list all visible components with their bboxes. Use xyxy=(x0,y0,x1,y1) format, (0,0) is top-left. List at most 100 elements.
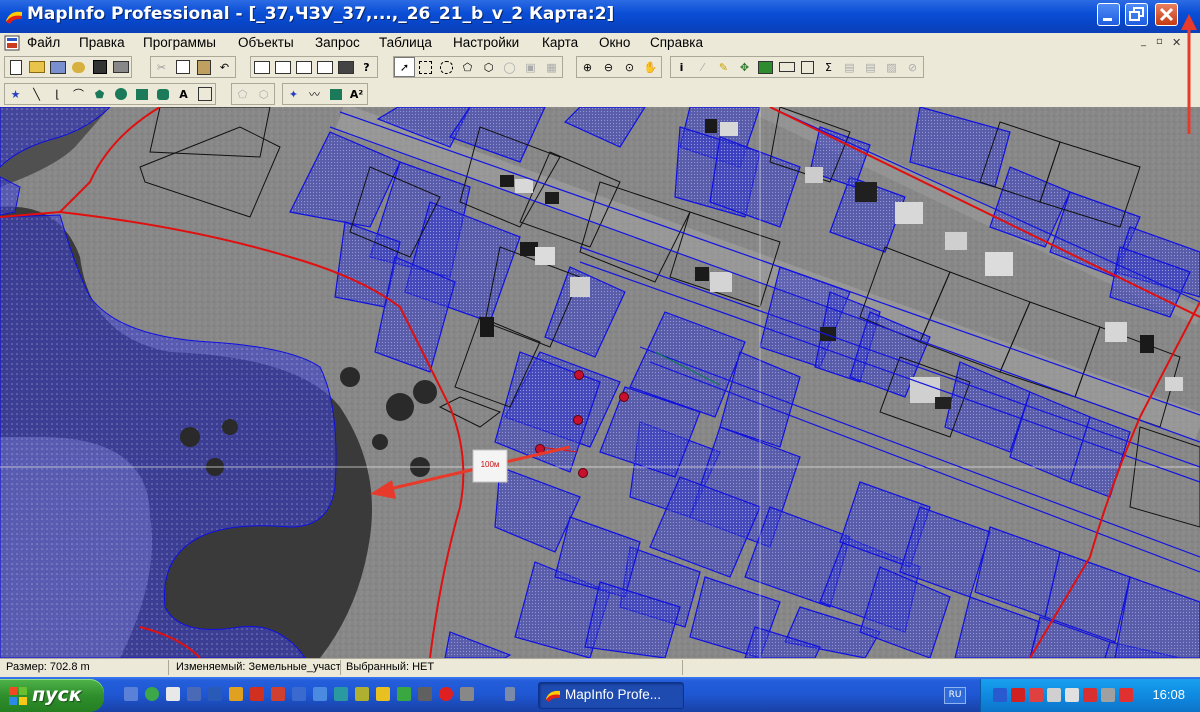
show-desktop-icon[interactable] xyxy=(124,687,138,701)
status-editable-layer[interactable]: Изменяемый: Земельные_участ xyxy=(176,661,341,673)
set-clip-region-icon[interactable]: ▤ xyxy=(860,57,881,77)
text-style-icon[interactable]: A² xyxy=(346,84,367,104)
set-target-icon[interactable]: ▨ xyxy=(881,57,902,77)
copy-icon[interactable] xyxy=(172,57,193,77)
menu-map[interactable]: Карта xyxy=(542,35,578,50)
reshape-icon[interactable]: ⬠ xyxy=(232,84,253,104)
grabber-hand-icon[interactable]: ✋ xyxy=(640,57,661,77)
chrome-icon[interactable] xyxy=(145,687,159,701)
menu-window[interactable]: Окно xyxy=(599,35,630,50)
line-tool-icon[interactable]: ╲ xyxy=(26,84,47,104)
polyline-tool-icon[interactable]: ⌊ xyxy=(47,84,68,104)
quicklaunch-icon-7[interactable] xyxy=(271,687,285,701)
symbol-tool-icon[interactable]: ★ xyxy=(5,84,26,104)
quicklaunch-icon-10[interactable] xyxy=(334,687,348,701)
map-svg[interactable]: 100м xyxy=(0,107,1200,658)
text-tool-icon[interactable]: A xyxy=(173,84,194,104)
menu-edit[interactable]: Правка xyxy=(79,35,125,50)
hotlink-icon[interactable]: ⁄ xyxy=(692,57,713,77)
layer-control-icon[interactable] xyxy=(755,57,776,77)
quicklaunch-icon-11[interactable] xyxy=(355,687,369,701)
start-button[interactable]: пуск xyxy=(0,679,104,712)
flag-icon[interactable] xyxy=(1083,688,1097,702)
zoom-in-icon[interactable]: ⊕ xyxy=(577,57,598,77)
frame-tool-icon[interactable] xyxy=(194,84,215,104)
open-icon[interactable] xyxy=(26,57,47,77)
close-button[interactable] xyxy=(1155,3,1178,26)
mapinfo-quicklaunch-icon[interactable] xyxy=(229,687,243,701)
marquee-select-icon[interactable] xyxy=(415,57,436,77)
quicklaunch-icon-12[interactable] xyxy=(376,687,390,701)
quicklaunch-icon-14[interactable] xyxy=(418,687,432,701)
boundary-select-icon[interactable]: ⬡ xyxy=(478,57,499,77)
new-graph-icon[interactable] xyxy=(293,57,314,77)
yandex-icon[interactable] xyxy=(439,687,453,701)
quicklaunch-icon-3[interactable] xyxy=(187,687,201,701)
invert-select-icon[interactable]: ▦ xyxy=(541,57,562,77)
menu-settings[interactable]: Настройки xyxy=(453,35,519,50)
unselect-icon[interactable]: ◯ xyxy=(499,57,520,77)
cut-icon[interactable]: ✂ xyxy=(151,57,172,77)
drag-window-icon[interactable]: ✥ xyxy=(734,57,755,77)
minimize-button[interactable] xyxy=(1097,3,1120,26)
line-style-icon[interactable]: 〰 xyxy=(304,84,325,104)
new-mapper-icon[interactable] xyxy=(272,57,293,77)
info-icon[interactable]: i xyxy=(671,57,692,77)
help-icon[interactable]: ? xyxy=(356,57,377,77)
volume-icon[interactable] xyxy=(1047,688,1061,702)
rectangle-tool-icon[interactable] xyxy=(131,84,152,104)
quicklaunch-icon-13[interactable] xyxy=(397,687,411,701)
symbol-style-icon[interactable]: ✦ xyxy=(283,84,304,104)
select-arrow-icon[interactable]: ➚ xyxy=(394,57,415,77)
menu-table[interactable]: Таблица xyxy=(379,35,432,50)
menu-file[interactable]: Файл xyxy=(27,35,60,50)
menu-objects[interactable]: Объекты xyxy=(238,35,294,50)
network-icon[interactable] xyxy=(1101,688,1115,702)
rounded-rectangle-tool-icon[interactable] xyxy=(152,84,173,104)
label-tool-icon[interactable]: ✎ xyxy=(713,57,734,77)
statistics-icon[interactable]: Σ xyxy=(818,57,839,77)
zoom-out-icon[interactable]: ⊖ xyxy=(598,57,619,77)
save-icon[interactable] xyxy=(89,57,110,77)
ellipse-tool-icon[interactable] xyxy=(110,84,131,104)
quicklaunch-icon-4[interactable] xyxy=(208,687,222,701)
ruler-icon[interactable] xyxy=(776,57,797,77)
tray-icon-1[interactable] xyxy=(993,688,1007,702)
tray-icon-8[interactable] xyxy=(1119,688,1133,702)
open-dbms-icon[interactable] xyxy=(68,57,89,77)
open-workspace-icon[interactable] xyxy=(47,57,68,77)
new-icon[interactable] xyxy=(5,57,26,77)
print-icon[interactable] xyxy=(110,57,131,77)
tray-icon-2[interactable] xyxy=(1011,688,1025,702)
arc-tool-icon[interactable]: ⌒ xyxy=(68,84,89,104)
quicklaunch-icon-8[interactable] xyxy=(292,687,306,701)
quicklaunch-icon-16[interactable] xyxy=(460,687,474,701)
region-style-icon[interactable] xyxy=(325,84,346,104)
quicklaunch-icon-9[interactable] xyxy=(313,687,327,701)
undo-icon[interactable]: ↶ xyxy=(214,57,235,77)
new-layout-icon[interactable] xyxy=(314,57,335,77)
clock[interactable]: 16:08 xyxy=(1152,687,1185,702)
paste-icon[interactable] xyxy=(193,57,214,77)
mdi-restore-icon[interactable]: ▫ xyxy=(1156,36,1163,47)
change-view-icon[interactable]: ⊙ xyxy=(619,57,640,77)
menu-programs[interactable]: Программы xyxy=(143,35,216,50)
explorer-icon[interactable] xyxy=(166,687,180,701)
mdi-minimize-icon[interactable]: _ xyxy=(1141,36,1146,47)
task-mapinfo[interactable]: MapInfo Profe... xyxy=(538,682,684,709)
acrobat-icon[interactable] xyxy=(250,687,264,701)
graph-select-icon[interactable]: ▣ xyxy=(520,57,541,77)
show-legend-icon[interactable] xyxy=(797,57,818,77)
map-canvas[interactable]: 100м xyxy=(0,107,1200,658)
clip-region-icon[interactable]: ▤ xyxy=(839,57,860,77)
menu-help[interactable]: Справка xyxy=(650,35,703,50)
clear-target-icon[interactable]: ⊘ xyxy=(902,57,923,77)
tray-icon-3[interactable] xyxy=(1029,688,1043,702)
title-bar[interactable]: MapInfo Professional - [_37,ЧЗУ_37,...,_… xyxy=(0,0,1200,33)
document-icon[interactable] xyxy=(4,35,20,51)
new-browser-icon[interactable] xyxy=(251,57,272,77)
polygon-tool-icon[interactable]: ⬟ xyxy=(89,84,110,104)
tray-icon-5[interactable] xyxy=(1065,688,1079,702)
redistrict-icon[interactable] xyxy=(335,57,356,77)
polygon-select-icon[interactable]: ⬠ xyxy=(457,57,478,77)
